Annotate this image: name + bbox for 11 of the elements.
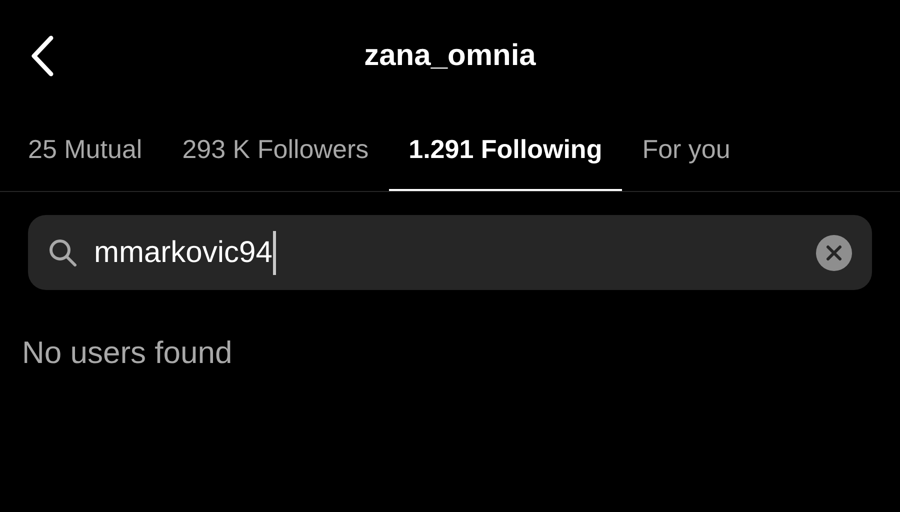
window-title: zana_omnia — [364, 38, 536, 74]
text-cursor — [273, 230, 276, 274]
tab[interactable]: 1.291 Following — [388, 110, 622, 191]
tab[interactable]: 293 K Followers — [162, 110, 389, 191]
search-icon — [48, 238, 78, 268]
tab[interactable]: For you — [622, 110, 750, 191]
search-field[interactable]: mmarkovic94 — [28, 215, 872, 290]
empty-message: No users found — [22, 334, 234, 372]
clear-icon[interactable] — [816, 234, 852, 270]
tab[interactable]: 25 Mutual — [8, 110, 162, 191]
back-chevron-icon — [29, 35, 55, 77]
